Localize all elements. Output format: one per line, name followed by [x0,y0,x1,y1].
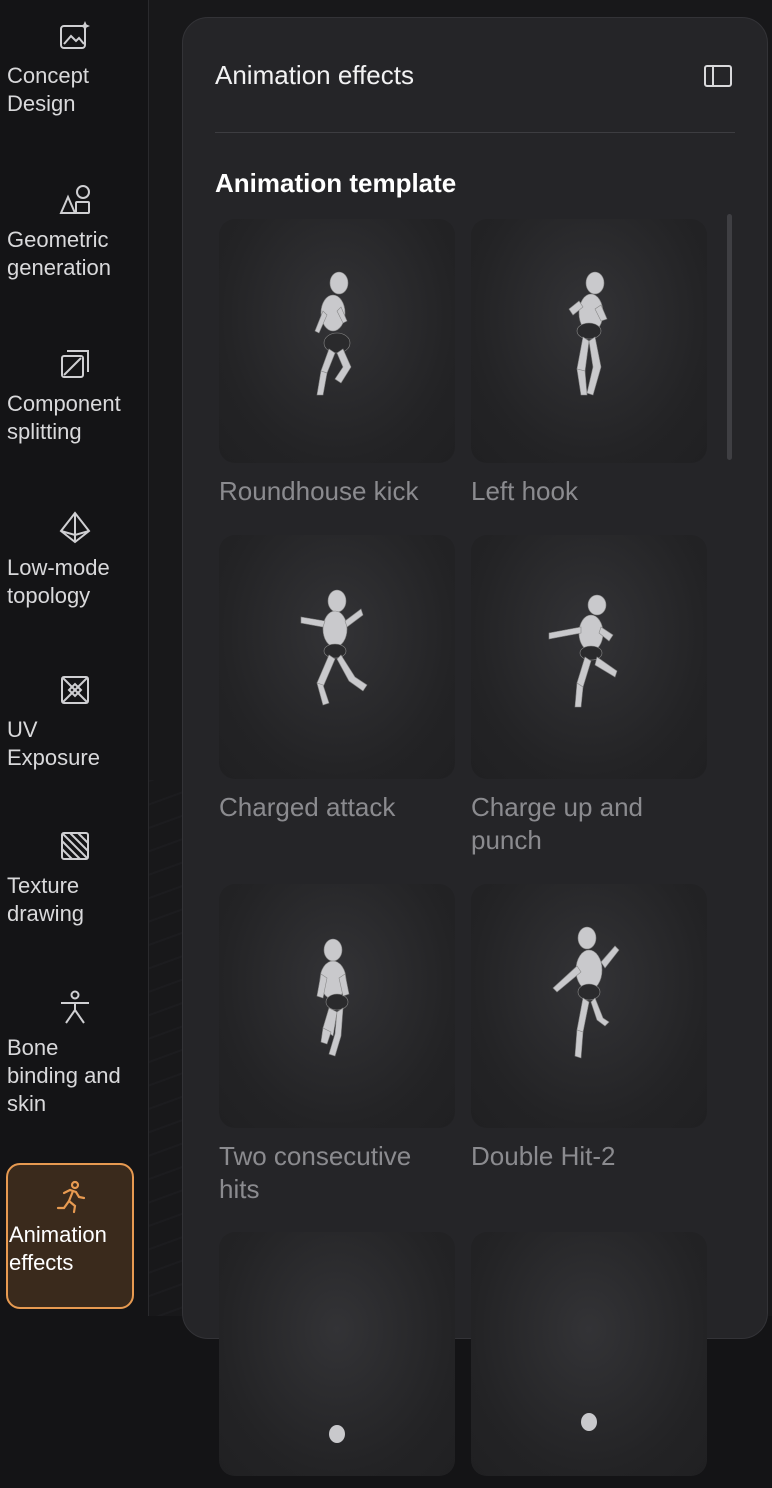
mannequin-figure [568,271,608,396]
template-preview [219,219,455,463]
tool-label: Component splitting [7,391,121,444]
template-name: Two consecutive hits [219,1141,412,1204]
tool-uv-exposure[interactable]: UV Exposure [6,672,132,772]
template-preview [471,219,707,463]
template-preview [219,1232,455,1476]
running-figure-icon [53,1179,89,1215]
mannequin-figure [548,594,618,708]
template-name: Charged attack [219,792,396,822]
tool-bone-binding[interactable]: Bone binding and skin [6,990,132,1118]
split-box-icon [57,346,93,382]
template-preview [219,535,455,779]
uv-box-icon [57,672,93,708]
scrollbar-thumb[interactable] [727,214,732,460]
tool-label: Texture drawing [7,873,85,926]
template-name: Roundhouse kick [219,476,419,506]
tool-component-splitting[interactable]: Component splitting [6,346,132,446]
template-card[interactable] [471,1232,707,1488]
mannequin-figure [314,271,352,396]
diamond-mesh-icon [57,510,93,546]
tool-label: UV Exposure [7,717,100,770]
tool-label: Animation effects [9,1222,107,1275]
mannequin-figure [552,926,620,1059]
template-card-double-hit-2[interactable]: Double Hit-2 [471,884,707,1173]
tool-rail: Concept Design Geometric generation Comp… [0,0,148,1316]
tool-concept-design[interactable]: Concept Design [6,18,132,118]
panel-title: Animation effects [215,60,414,90]
template-card-roundhouse-kick[interactable]: Roundhouse kick [219,219,455,508]
template-preview [219,884,455,1128]
mannequin-figure [581,1413,597,1431]
mannequin-figure [316,938,350,1057]
tool-low-mode-topology[interactable]: Low-mode topology [6,510,132,610]
template-card[interactable] [219,1232,455,1488]
tool-label: Low-mode topology [7,555,110,608]
shapes-icon [57,182,93,218]
template-preview [471,535,707,779]
stick-figure-icon [57,990,93,1026]
rail-divider [148,0,149,1316]
image-sparkle-icon [57,18,93,54]
sidebar-toggle-icon[interactable] [703,63,733,89]
template-name: Double Hit-2 [471,1141,616,1171]
template-card-two-consecutive-hits[interactable]: Two consecutive hits [219,884,455,1206]
template-preview [471,1232,707,1476]
tool-label: Geometric generation [7,227,111,280]
tool-animation-effects[interactable]: Animation effects [6,1163,134,1309]
template-card-charged-attack[interactable]: Charged attack [219,535,455,824]
template-card-left-hook[interactable]: Left hook [471,219,707,508]
section-title: Animation template [215,168,457,198]
tool-texture-drawing[interactable]: Texture drawing [6,828,132,928]
hatched-square-icon [57,828,93,864]
divider [215,132,735,133]
template-card-charge-up-and-punch[interactable]: Charge up and punch [471,535,707,857]
template-name: Left hook [471,476,578,506]
mannequin-figure [300,589,368,706]
tool-label: Concept Design [7,63,89,116]
animation-effects-panel: Animation effects Animation template Rou… [182,17,768,1476]
tool-label: Bone binding and skin [7,1035,121,1116]
tool-geometric-generation[interactable]: Geometric generation [6,182,132,282]
template-preview [471,884,707,1128]
mannequin-figure [329,1425,345,1443]
template-name: Charge up and punch [471,792,644,855]
